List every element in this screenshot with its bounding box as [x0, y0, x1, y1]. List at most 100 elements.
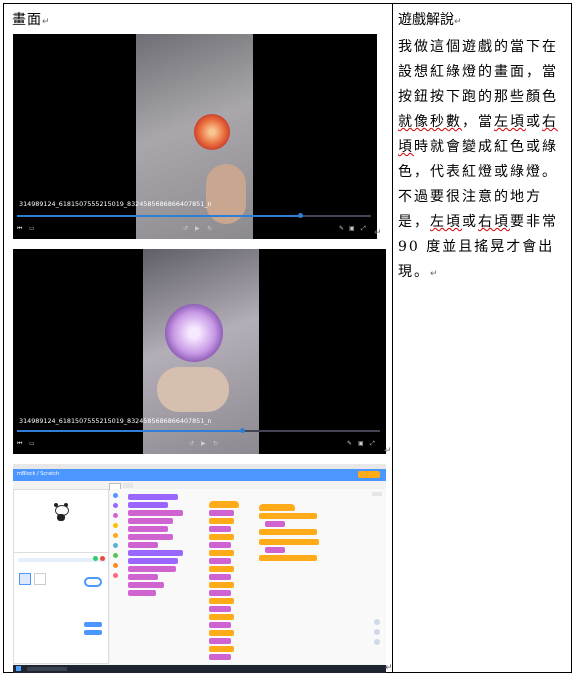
code-block[interactable] — [209, 558, 231, 564]
video-filename: 314989124_618150755521501​9_832458568686… — [19, 200, 212, 208]
video-controls[interactable]: ⏮ ▭ ↺ ▶ ↻ ✎ ▣ ⤢ — [13, 211, 377, 239]
explanation-title: 遊戲解說↵ — [398, 12, 462, 28]
go-icon[interactable] — [93, 556, 98, 561]
paragraph-mark-icon: ↵ — [374, 228, 382, 238]
sprite-thumbnail[interactable] — [19, 573, 31, 585]
if-block[interactable] — [259, 555, 317, 561]
palette-block[interactable] — [128, 590, 156, 596]
palette-block[interactable] — [128, 566, 176, 572]
code-block[interactable] — [209, 574, 231, 580]
code-block[interactable] — [265, 547, 285, 553]
palette-block[interactable] — [128, 558, 178, 564]
code-block[interactable] — [209, 638, 231, 644]
text-line-2: 設想紅綠燈的畫面，當 — [398, 64, 558, 80]
zoom-in-icon[interactable] — [374, 619, 380, 625]
palette-block[interactable] — [128, 542, 158, 548]
edit-icon[interactable]: ✎ — [347, 440, 352, 447]
code-block[interactable] — [209, 646, 234, 652]
search-box[interactable] — [27, 667, 67, 671]
text-line-5: 頃時就會變成紅色或綠 — [398, 139, 558, 155]
text-line-6: 色，代表紅燈或綠燈。 — [398, 164, 558, 180]
editor-menu-bar: mBlock / Scratch — [13, 469, 386, 481]
if-block[interactable] — [259, 529, 317, 535]
fullscreen-icon[interactable]: ⤢ — [361, 225, 366, 233]
skip-forward-icon[interactable]: ↻ — [207, 225, 212, 232]
video-controls[interactable]: ⏮ ▭ ↺ ▶ ↻ ✎ ▣ ⤢ — [13, 426, 386, 454]
miniplayer-icon[interactable]: ▣ — [358, 440, 364, 447]
start-icon[interactable] — [16, 666, 21, 671]
code-block[interactable] — [209, 550, 234, 556]
palette-block[interactable] — [128, 582, 164, 588]
category-dot[interactable] — [113, 493, 118, 498]
category-dot[interactable] — [113, 523, 118, 528]
code-area — [197, 489, 386, 664]
palette-block[interactable] — [128, 494, 178, 500]
progress-bar[interactable] — [17, 428, 380, 433]
captions-icon[interactable]: ▭ — [29, 225, 35, 232]
if-block[interactable] — [259, 539, 319, 545]
code-block[interactable] — [209, 598, 234, 604]
category-dot[interactable] — [113, 553, 118, 558]
code-block[interactable] — [209, 590, 231, 596]
category-dot[interactable] — [113, 543, 118, 548]
code-block[interactable] — [265, 521, 285, 527]
text-line-1: 我做這個遊戲的當下在 — [398, 39, 558, 55]
category-dot[interactable] — [113, 573, 118, 578]
edit-icon[interactable]: ✎ — [339, 225, 344, 232]
palette-block[interactable] — [128, 550, 183, 556]
screen-header-text: 畫面 — [12, 12, 42, 28]
connect-button[interactable] — [84, 622, 102, 627]
palette-block[interactable] — [128, 526, 168, 532]
code-block[interactable] — [209, 622, 231, 628]
skip-back-icon[interactable]: ↺ — [189, 440, 194, 447]
scratch-tab[interactable] — [372, 492, 382, 496]
miniplayer-icon[interactable]: ▣ — [349, 225, 355, 232]
rewind-icon[interactable]: ⏮ — [17, 225, 22, 233]
code-block[interactable] — [209, 654, 231, 660]
upload-button[interactable] — [84, 630, 102, 635]
code-block[interactable] — [209, 606, 231, 612]
code-block[interactable] — [209, 534, 234, 540]
video-frame — [136, 34, 253, 239]
code-block[interactable] — [209, 566, 234, 572]
paragraph-mark-icon: ↵ — [42, 17, 51, 27]
skip-forward-icon[interactable]: ↻ — [213, 440, 218, 447]
if-block[interactable] — [259, 513, 317, 519]
lilypad-board-lit-purple — [165, 304, 223, 362]
fullscreen-icon[interactable]: ⤢ — [370, 440, 375, 448]
code-block[interactable] — [209, 542, 231, 548]
block-categories — [110, 489, 122, 664]
palette-block[interactable] — [128, 510, 183, 516]
code-block[interactable] — [209, 614, 234, 620]
rewind-icon[interactable]: ⏮ — [17, 440, 22, 448]
code-block[interactable] — [209, 510, 234, 516]
category-dot[interactable] — [113, 513, 118, 518]
code-block[interactable] — [209, 526, 231, 532]
zoom-reset-icon[interactable] — [374, 639, 380, 645]
palette-block[interactable] — [128, 518, 173, 524]
palette-block[interactable] — [128, 534, 173, 540]
code-block[interactable] — [209, 518, 234, 524]
menu-button[interactable] — [358, 471, 380, 478]
tab-costumes[interactable] — [123, 483, 133, 488]
skip-back-icon[interactable]: ↺ — [183, 225, 188, 232]
hat-block[interactable] — [259, 504, 295, 511]
progress-bar[interactable] — [17, 213, 371, 218]
explanation-body: 我做這個遊戲的當下在 設想紅綠燈的畫面，當 按鈕按下跑的那些顏色 就像秒數，當左頃或… — [398, 35, 568, 287]
play-icon[interactable]: ▶ — [201, 440, 206, 447]
category-dot[interactable] — [113, 503, 118, 508]
zoom-out-icon[interactable] — [374, 629, 380, 635]
category-dot[interactable] — [113, 563, 118, 568]
device-link-icon[interactable] — [84, 577, 102, 587]
lilypad-board-lit-red — [194, 114, 230, 150]
hat-block[interactable] — [209, 501, 239, 508]
category-dot[interactable] — [113, 533, 118, 538]
captions-icon[interactable]: ▭ — [29, 440, 35, 447]
palette-block[interactable] — [128, 502, 168, 508]
play-icon[interactable]: ▶ — [195, 225, 200, 232]
code-block[interactable] — [209, 582, 234, 588]
stop-icon[interactable] — [100, 556, 105, 561]
palette-block[interactable] — [128, 574, 158, 580]
sprite-thumbnail[interactable] — [34, 573, 46, 585]
code-block[interactable] — [209, 630, 234, 636]
